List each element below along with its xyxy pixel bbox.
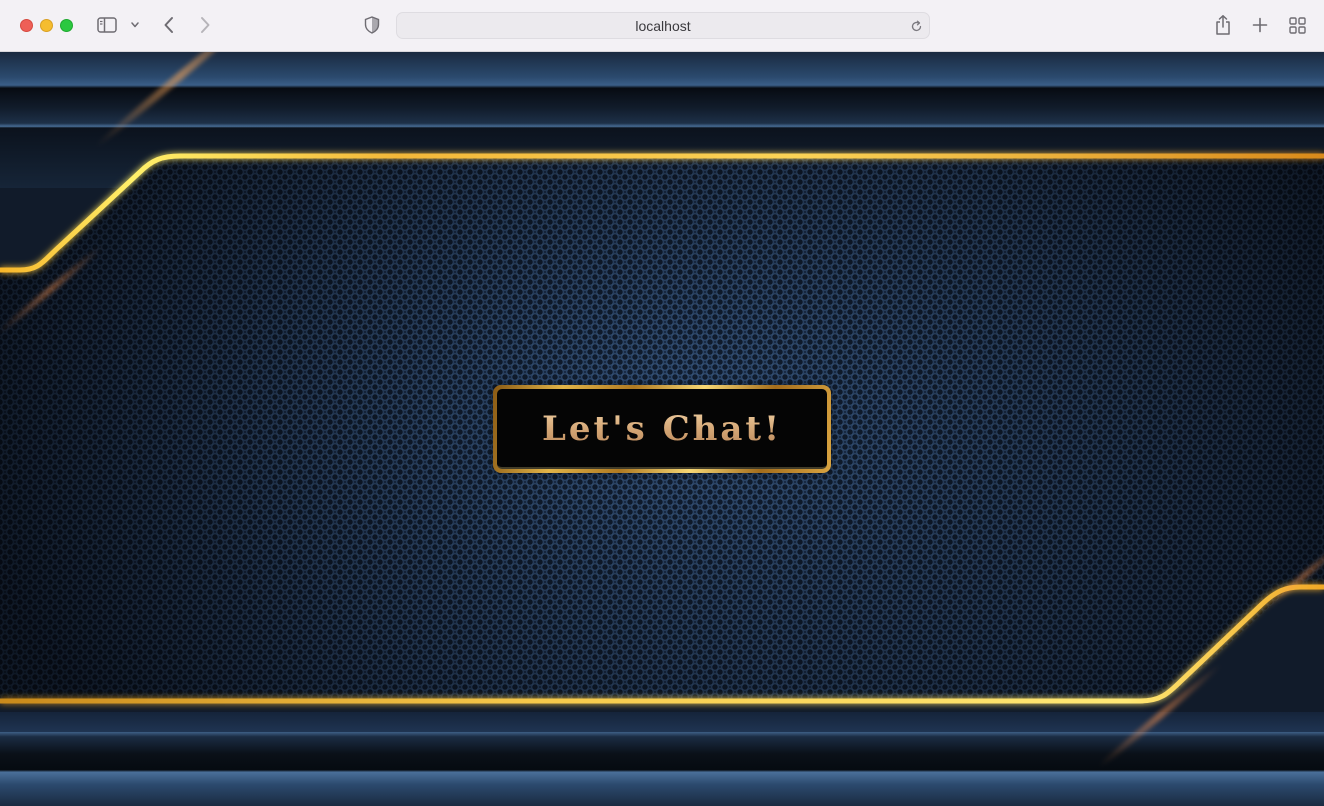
chevron-right-icon[interactable] [194, 14, 216, 36]
shield-icon[interactable] [362, 15, 382, 35]
lets-chat-label: Let's Chat! [541, 409, 783, 449]
zoom-window-button[interactable] [60, 19, 73, 32]
chevron-down-icon[interactable] [128, 17, 142, 33]
address-bar[interactable]: localhost [396, 12, 930, 39]
lets-chat-button[interactable]: Let's Chat! [493, 385, 831, 473]
page-viewport: Let's Chat! [0, 52, 1324, 806]
gold-line-top [0, 153, 1324, 273]
minimize-window-button[interactable] [40, 19, 53, 32]
browser-toolbar: localhost [0, 0, 1324, 52]
grid-icon[interactable] [1286, 14, 1308, 36]
chevron-left-icon[interactable] [158, 14, 180, 36]
share-icon[interactable] [1212, 13, 1234, 37]
plus-icon[interactable] [1249, 14, 1271, 36]
gold-line-bottom [0, 584, 1324, 704]
lets-chat-button-face: Let's Chat! [497, 389, 827, 469]
reload-icon[interactable] [909, 18, 923, 34]
close-window-button[interactable] [20, 19, 33, 32]
sidebar-icon[interactable] [96, 15, 118, 35]
address-text: localhost [635, 18, 691, 34]
